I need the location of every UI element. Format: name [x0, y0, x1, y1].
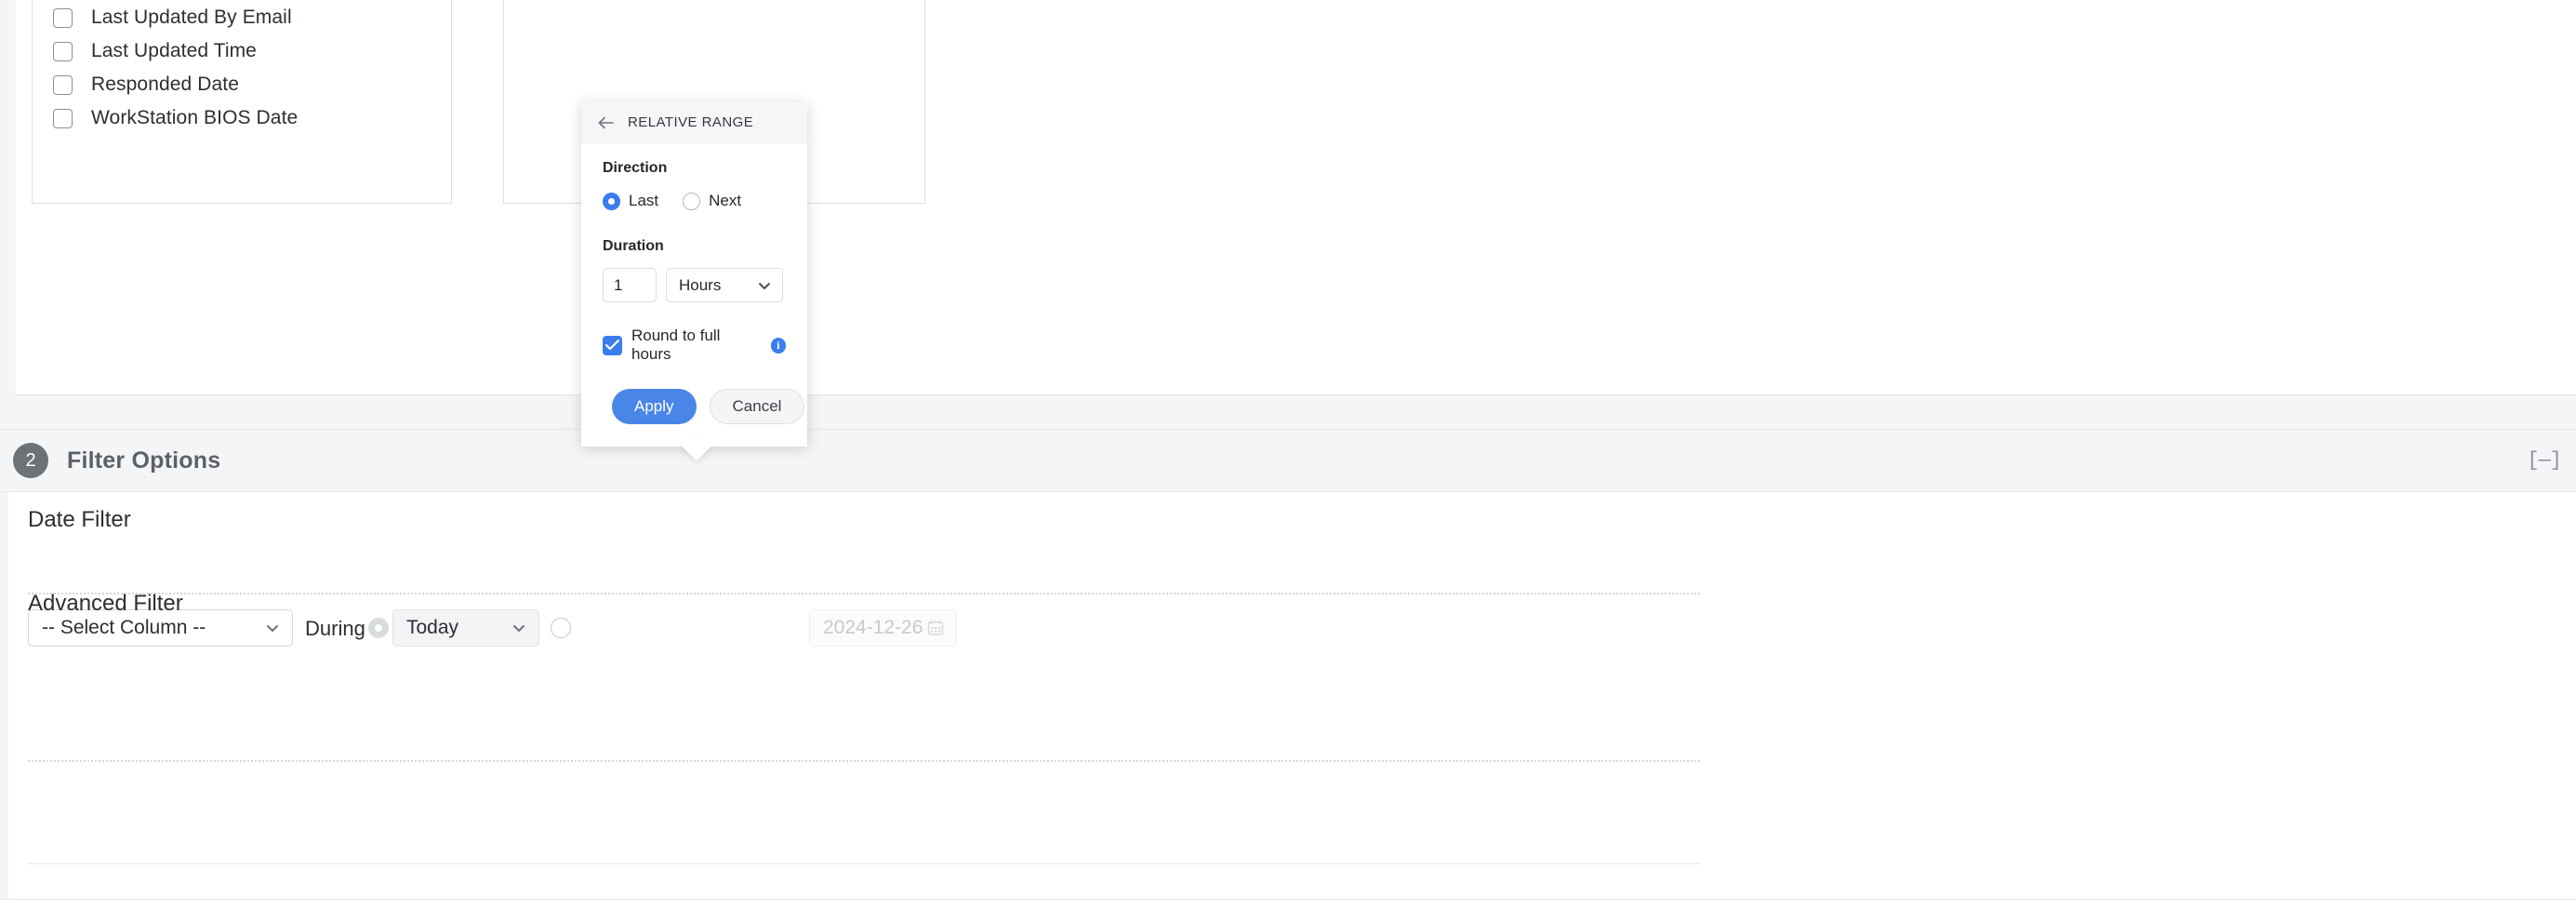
checkbox-icon[interactable] — [53, 8, 73, 28]
duration-value-input[interactable]: 1 — [603, 268, 657, 302]
chevron-down-icon — [265, 621, 280, 635]
date-range-start-value: 2024-12-26 — [823, 617, 923, 639]
date-filter-column-value: -- Select Column -- — [42, 617, 206, 639]
duration-heading: Duration — [603, 238, 786, 255]
duration-value-text: 1 — [614, 276, 622, 295]
chevron-down-icon — [511, 621, 526, 635]
duration-controls: 1 Hours — [603, 268, 786, 302]
app-root: Last Updated By Email Last Updated Time … — [0, 0, 2576, 921]
check-icon — [605, 340, 619, 352]
calendar-icon[interactable] — [926, 619, 945, 637]
list-item[interactable]: Last Updated By Email — [33, 1, 451, 34]
left-gutter — [0, 0, 16, 395]
relative-range-popup-body: Direction Last Next Duration 1 Hours — [581, 143, 807, 447]
relative-range-popup: RELATIVE RANGE Direction Last Next Durat… — [581, 102, 807, 447]
popup-pointer-cover — [678, 439, 717, 447]
duration-unit-select[interactable]: Hours — [666, 268, 783, 302]
step-number-badge: 2 — [13, 443, 48, 478]
info-icon[interactable]: i — [771, 338, 787, 354]
chevron-down-icon — [757, 278, 772, 293]
section-spacer — [0, 395, 2576, 429]
apply-button[interactable]: Apply — [612, 389, 697, 424]
during-period-value: Today — [406, 617, 458, 639]
list-item[interactable]: Last Updated Time — [33, 34, 451, 68]
back-arrow-icon[interactable] — [597, 113, 616, 132]
body-left-gutter — [0, 492, 8, 899]
during-period-select[interactable]: Today — [392, 609, 539, 647]
direction-next-label: Next — [709, 192, 741, 210]
direction-last-label: Last — [629, 192, 658, 210]
advanced-filter-bottom-rule — [28, 863, 1700, 864]
list-item[interactable]: Responded Date — [33, 68, 451, 101]
checkbox-icon[interactable] — [53, 75, 73, 95]
date-range-start-field[interactable]: 2024-12-26 — [809, 609, 957, 647]
direction-last-radio[interactable] — [603, 193, 620, 210]
during-label: During — [305, 617, 365, 641]
round-to-full-hours-checkbox[interactable] — [603, 336, 622, 355]
filter-options-body: Date Filter -- Select Column -- During T… — [0, 492, 2576, 900]
list-item-label: WorkStation BIOS Date — [91, 107, 298, 129]
checkbox-icon[interactable] — [53, 109, 73, 128]
checkbox-icon[interactable] — [53, 42, 73, 61]
round-to-full-hours-label: Round to full hours — [631, 327, 761, 364]
list-item-label: Last Updated Time — [91, 40, 257, 62]
collapse-icon[interactable]: [—] — [2527, 449, 2561, 473]
relative-range-popup-title: RELATIVE RANGE — [628, 114, 753, 130]
advanced-filter-heading: Advanced Filter — [28, 591, 183, 617]
date-filter-heading: Date Filter — [28, 507, 131, 533]
filter-options-header[interactable]: 2 Filter Options [—] — [0, 429, 2576, 492]
direction-radio-group: Last Next — [603, 190, 786, 212]
date-filter-divider — [28, 593, 1700, 594]
direction-heading: Direction — [603, 160, 786, 177]
relative-range-popup-actions: Apply Cancel — [612, 389, 804, 424]
advanced-filter-divider — [28, 760, 1700, 762]
list-item[interactable]: WorkStation BIOS Date — [33, 101, 451, 135]
column-selection-section: Last Updated By Email Last Updated Time … — [0, 0, 2576, 395]
cancel-button[interactable]: Cancel — [710, 389, 805, 424]
relative-range-popup-header: RELATIVE RANGE — [581, 102, 807, 143]
direction-next-radio[interactable] — [683, 193, 700, 210]
duration-unit-value: Hours — [679, 276, 721, 295]
page-title: Filter Options — [67, 447, 220, 474]
list-item-label: Last Updated By Email — [91, 7, 292, 29]
round-to-full-hours-row: Round to full hours i — [603, 327, 786, 364]
available-columns-panel: Last Updated By Email Last Updated Time … — [32, 0, 452, 204]
list-item-label: Responded Date — [91, 73, 239, 96]
custom-range-radio[interactable] — [551, 618, 571, 638]
during-radio[interactable] — [368, 618, 389, 638]
